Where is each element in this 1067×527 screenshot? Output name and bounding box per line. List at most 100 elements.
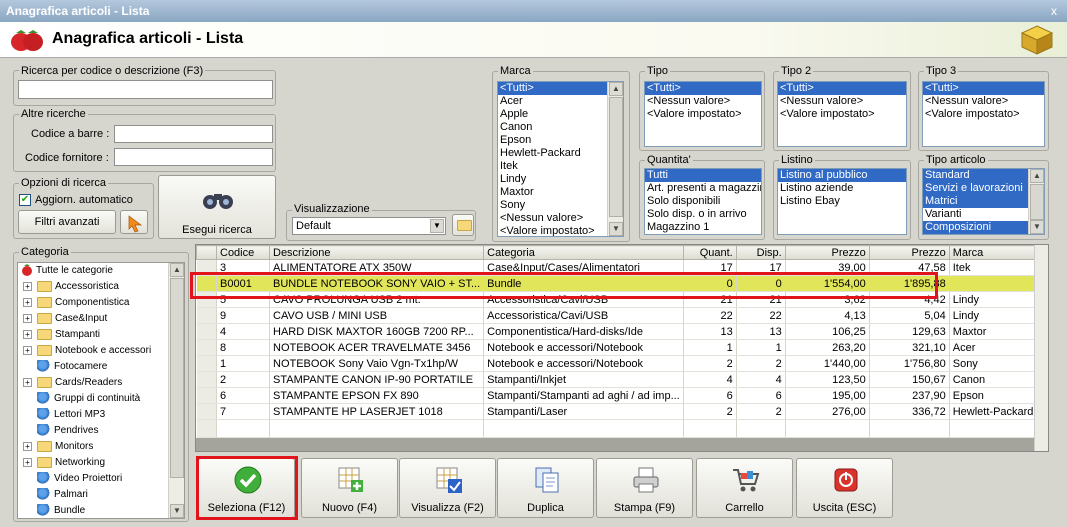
marca-list-item[interactable]: Hewlett-Packard (498, 147, 623, 160)
expand-icon[interactable]: + (23, 441, 32, 451)
tipo-articolo-list-item[interactable]: Varianti (923, 208, 1044, 221)
tipo-articolo-list-item[interactable]: Servizi e lavorazioni (923, 182, 1044, 195)
tree-item[interactable]: Gruppi di continuità (18, 391, 184, 407)
scroll-down-icon[interactable]: ▼ (1030, 220, 1044, 234)
expand-icon[interactable]: + (23, 281, 32, 291)
search-input[interactable] (18, 80, 273, 99)
quantita-list-item[interactable]: Art. presenti a magazzino (645, 182, 761, 195)
advanced-filters-button[interactable]: Filtri avanzati (18, 210, 116, 234)
column-header[interactable]: Disp. (735, 245, 786, 260)
column-header[interactable]: Marca (948, 245, 1047, 260)
marca-list-item[interactable]: <Tutti> (498, 82, 623, 95)
tipo-articolo-scrollbar[interactable]: ▲ ▼ (1028, 169, 1044, 234)
column-header[interactable]: Quant. (682, 245, 737, 260)
grid-scrollbar[interactable] (1034, 245, 1048, 451)
scroll-thumb[interactable] (1030, 184, 1044, 220)
tree-item[interactable]: + Accessoristica (18, 279, 184, 295)
tree-item[interactable]: + Networking (18, 455, 184, 471)
expand-icon[interactable]: + (23, 297, 32, 307)
run-search-button[interactable]: Esegui ricerca (158, 175, 276, 239)
tipo-list-item[interactable]: <Tutti> (645, 82, 761, 95)
tipo-articolo-listbox[interactable]: Standard Servizi e lavorazioni Matrici Vari… (922, 168, 1045, 235)
tipo3-list-item[interactable]: <Tutti> (923, 82, 1044, 95)
expand-icon[interactable]: + (23, 457, 32, 467)
tipo-list-item[interactable]: <Valore impostato> (645, 108, 761, 121)
barcode-input[interactable] (114, 125, 273, 143)
tree-item[interactable]: Bundle (18, 503, 184, 518)
table-row[interactable]: 7 STAMPANTE HP LASERJET 1018 Stampanti/Las… (196, 403, 1047, 420)
tipo-articolo-list-item[interactable]: Matrici (923, 195, 1044, 208)
marca-scrollbar[interactable]: ▲ ▼ (607, 82, 623, 236)
quantita-list-item[interactable]: Solo disponibili (645, 195, 761, 208)
tipo2-list-item[interactable]: <Tutti> (778, 82, 906, 95)
expand-icon[interactable]: + (23, 313, 32, 323)
row-indicator[interactable] (196, 355, 217, 372)
table-row[interactable]: 6 STAMPANTE EPSON FX 890 Stampanti/Stampan… (196, 387, 1047, 404)
tree-item[interactable]: Lettori MP3 (18, 407, 184, 423)
table-row[interactable]: 1 NOTEBOOK Sony Vaio Vgn-Tx1hp/W Notebook … (196, 355, 1047, 372)
table-row[interactable]: 2 STAMPANTE CANON IP-90 PORTATILE Stampant… (196, 371, 1047, 388)
column-header[interactable]: Codice (216, 245, 270, 260)
tipo2-list-item[interactable]: <Valore impostato> (778, 108, 906, 121)
tree-item[interactable]: + Case&Input (18, 311, 184, 327)
tree-root[interactable]: Tutte le categorie (18, 263, 184, 279)
tree-item[interactable]: Palmari (18, 487, 184, 503)
tree-item[interactable]: + Componentistica (18, 295, 184, 311)
quantita-list-item[interactable]: Magazzino 1 (645, 221, 761, 234)
row-indicator[interactable] (196, 339, 217, 356)
scroll-down-icon[interactable]: ▼ (609, 222, 623, 236)
scroll-down-icon[interactable]: ▼ (170, 504, 184, 518)
categoria-scrollbar[interactable]: ▲ ▼ (168, 263, 184, 518)
visualizza-button[interactable]: Visualizza (F2) (399, 458, 496, 518)
column-header[interactable]: Descrizione (268, 245, 485, 260)
column-header[interactable]: Categoria (483, 245, 684, 260)
quantita-list-item[interactable]: Solo disp. o in arrivo (645, 208, 761, 221)
tree-item[interactable]: + Cards/Readers (18, 375, 184, 391)
scroll-up-icon[interactable]: ▲ (609, 82, 623, 96)
row-indicator[interactable] (196, 403, 217, 420)
table-row[interactable]: 9 CAVO USB / MINI USB Accessoristica/Cavi/… (196, 307, 1047, 324)
tree-item[interactable]: + Stampanti (18, 327, 184, 343)
tree-item[interactable]: Video Proiettori (18, 471, 184, 487)
column-header[interactable]: Prezzo (784, 245, 870, 260)
marca-list-item[interactable]: Maxtor (498, 186, 623, 199)
table-row[interactable]: 4 HARD DISK MAXTOR 160GB 7200 RP... Compon… (196, 323, 1047, 340)
listino-list-item[interactable]: Listino Ebay (778, 195, 906, 208)
expand-icon[interactable]: + (23, 345, 32, 355)
tipo2-list-item[interactable]: <Nessun valore> (778, 95, 906, 108)
row-indicator[interactable] (196, 323, 217, 340)
carrello-button[interactable]: Carrello (696, 458, 793, 518)
listino-list-item[interactable]: Listino aziende (778, 182, 906, 195)
tree-item[interactable]: + Monitors (18, 439, 184, 455)
listino-list-item[interactable]: Listino al pubblico (778, 169, 906, 182)
row-indicator[interactable] (196, 371, 217, 388)
tipo-articolo-list-item[interactable]: Composizioni (923, 221, 1044, 234)
expand-icon[interactable]: + (23, 329, 32, 339)
marca-list-item[interactable]: <Valore impostato> (498, 225, 623, 236)
quantita-listbox[interactable]: Tutti Art. presenti a magazzino Solo dispo… (644, 168, 762, 235)
listino-listbox[interactable]: Listino al pubblico Listino aziende Listin… (777, 168, 907, 235)
marca-list-item[interactable]: Acer (498, 95, 623, 108)
tipo3-list-item[interactable]: <Nessun valore> (923, 95, 1044, 108)
marca-list-item[interactable]: Itek (498, 160, 623, 173)
tipo-listbox[interactable]: <Tutti> <Nessun valore> <Valore impostato> (644, 81, 762, 147)
tree-item[interactable]: Fotocamere (18, 359, 184, 375)
row-indicator[interactable] (196, 307, 217, 324)
categoria-tree[interactable]: Tutte le categorie + Accessoristica + Compo… (17, 262, 185, 519)
tipo3-list-item[interactable]: <Valore impostato> (923, 108, 1044, 121)
tipo3-listbox[interactable]: <Tutti> <Nessun valore> <Valore impostato> (922, 81, 1045, 147)
table-row[interactable]: 8 NOTEBOOK ACER TRAVELMATE 3456 Notebook e… (196, 339, 1047, 356)
expand-icon[interactable]: + (23, 377, 32, 387)
tree-item[interactable]: Pendrives (18, 423, 184, 439)
tipo-articolo-list-item[interactable]: Standard (923, 169, 1044, 182)
chevron-down-icon[interactable]: ▼ (430, 219, 444, 233)
close-icon[interactable]: x (1047, 4, 1061, 18)
marca-list-item[interactable]: Lindy (498, 173, 623, 186)
marca-listbox[interactable]: <Tutti> Acer Apple Canon Epson Hewlett-Packar… (497, 81, 624, 237)
scroll-up-icon[interactable]: ▲ (170, 263, 184, 277)
marca-list-item[interactable]: Sony (498, 199, 623, 212)
marca-list-item[interactable]: <Nessun valore> (498, 212, 623, 225)
marca-list-item[interactable]: Canon (498, 121, 623, 134)
duplica-button[interactable]: Duplica (497, 458, 594, 518)
tipo2-listbox[interactable]: <Tutti> <Nessun valore> <Valore impostato> (777, 81, 907, 147)
